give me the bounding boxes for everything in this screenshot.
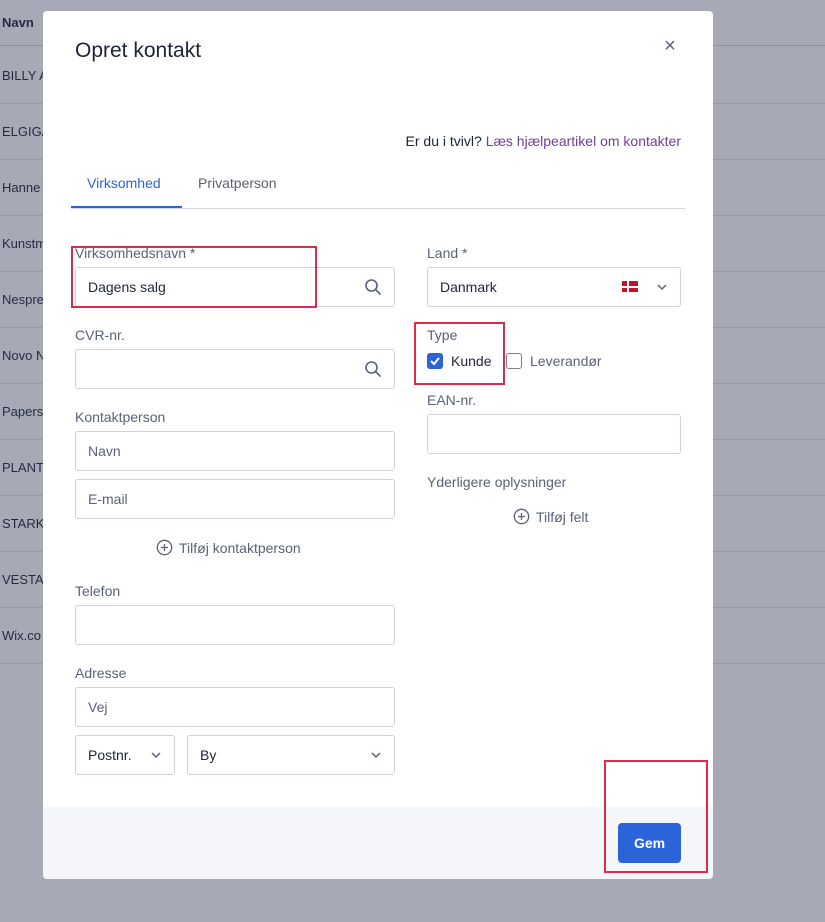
road-placeholder: Vej [88,699,108,715]
active-tab-indicator [71,206,182,208]
contact-name-placeholder: Navn [88,443,121,459]
chevron-down-icon [371,752,381,759]
country-select[interactable]: Danmark [427,267,681,307]
city-select[interactable]: By [187,735,395,775]
dialog-title: Opret kontakt [75,39,202,62]
road-input[interactable]: Vej [75,687,395,727]
cvr-label: CVR-nr. [75,327,125,343]
search-icon[interactable] [364,278,382,296]
cvr-input[interactable] [75,349,395,389]
add-contact-person-label: Tilføj kontaktperson [179,539,301,556]
add-field-button[interactable]: Tilføj felt [513,508,588,525]
supplier-checkbox[interactable] [506,353,522,369]
contact-email-placeholder: E-mail [88,491,128,507]
phone-input[interactable] [75,605,395,645]
tab-company[interactable]: Virksomhed [87,175,161,191]
search-icon[interactable] [364,360,382,378]
tab-private-person[interactable]: Privatperson [198,175,277,191]
denmark-flag-icon [622,281,638,292]
country-label: Land * [427,245,468,261]
create-contact-dialog: Opret kontakt × Er du i tvivl? Læs hjælp… [43,11,713,879]
add-field-label: Tilføj felt [536,508,589,525]
highlight-type [414,322,505,385]
extra-info-label: Yderligere oplysninger [427,474,567,490]
contact-name-input[interactable]: Navn [75,431,395,471]
contact-type-tabs: Virksomhed Privatperson [71,171,685,209]
plus-circle-icon [156,539,173,556]
help-article-link[interactable]: Læs hjælpeartikel om kontakter [486,133,681,149]
plus-circle-icon [513,508,530,525]
city-placeholder: By [200,747,217,763]
highlight-save [604,760,708,873]
close-icon[interactable]: × [661,36,679,56]
postal-code-select[interactable]: Postnr. [75,735,175,775]
help-text: Er du i tvivl? Læs hjælpeartikel om kont… [406,133,681,149]
chevron-down-icon [151,752,161,759]
contact-person-label: Kontaktperson [75,409,166,425]
chevron-down-icon [657,284,667,291]
highlight-company-name [71,246,317,308]
ean-label: EAN-nr. [427,392,477,408]
country-value: Danmark [440,279,497,295]
ean-input[interactable] [427,414,681,454]
help-prefix: Er du i tvivl? [405,133,482,149]
contact-email-input[interactable]: E-mail [75,479,395,519]
phone-label: Telefon [75,583,121,599]
add-contact-person-button[interactable]: Tilføj kontaktperson [156,539,301,556]
supplier-checkbox-label: Leverandør [530,353,602,369]
postal-code-placeholder: Postnr. [88,747,132,763]
address-label: Adresse [75,665,127,681]
